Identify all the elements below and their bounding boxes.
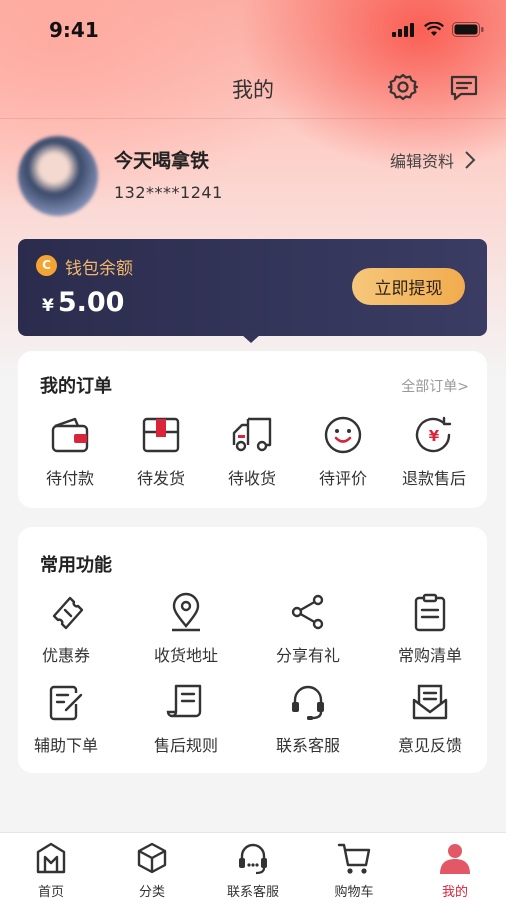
wallet-label: 钱包余额 (65, 259, 133, 279)
orders-title: 我的订单 (40, 376, 112, 397)
function-label: 联系客服 (275, 736, 340, 755)
order-label: 待收货 (227, 469, 276, 488)
settings-gear-icon[interactable] (386, 70, 420, 104)
wifi-icon (424, 22, 444, 36)
function-label: 收货地址 (153, 646, 218, 665)
service-icon (239, 843, 267, 875)
function-label: 分享有礼 (275, 646, 340, 665)
tab-label: 分类 (138, 885, 165, 900)
wallet-card: C 钱包余额 ¥5.00 立即提现 (18, 239, 487, 336)
functions-title: 常用功能 (40, 555, 112, 576)
smile-icon (324, 416, 362, 454)
function-address[interactable]: 收货地址 (140, 592, 232, 666)
package-icon (142, 417, 180, 453)
order-pending-payment[interactable]: 待付款 (24, 415, 116, 489)
chevron-right-icon (465, 151, 476, 169)
status-icons (392, 22, 484, 37)
order-refund[interactable]: ¥ 退款售后 (388, 415, 480, 489)
tab-label: 购物车 (334, 885, 374, 900)
svg-text:¥: ¥ (429, 427, 440, 445)
status-time: 9:41 (49, 18, 99, 42)
bottom-tab-bar: 首页 分类 联系客服 购物车 我的 (0, 832, 506, 900)
user-phone: 132****1241 (114, 183, 223, 202)
order-pending-receipt[interactable]: 待收货 (206, 415, 298, 489)
category-icon (137, 842, 167, 874)
functions-card: 常用功能 优惠券 收货地址 分享有礼 常购清单 辅助下单 售后规则 联系客服 意… (18, 527, 487, 773)
refund-icon: ¥ (415, 416, 452, 453)
battery-icon (452, 22, 484, 37)
user-name: 今天喝拿铁 (114, 150, 210, 172)
wallet-pointer (241, 334, 261, 343)
avatar[interactable] (18, 136, 98, 216)
function-coupon[interactable]: 优惠券 (20, 592, 112, 666)
headset-icon (292, 685, 324, 720)
all-orders-link[interactable]: 全部订单> (401, 376, 469, 396)
tab-home[interactable]: 首页 (1, 841, 101, 900)
document-icon (166, 684, 202, 718)
withdraw-button[interactable]: 立即提现 (352, 268, 465, 305)
function-label: 辅助下单 (33, 736, 98, 755)
coupon-icon (52, 596, 84, 630)
orders-card: 我的订单 全部订单> 待付款 待发货 待收货 待评价 ¥ 退款售后 (18, 351, 487, 508)
coin-icon: C (36, 255, 57, 276)
user-icon (440, 844, 470, 874)
order-label: 退款售后 (401, 469, 466, 488)
signal-icon (392, 22, 414, 37)
order-label: 待发货 (136, 469, 185, 488)
function-label: 优惠券 (41, 646, 90, 665)
tab-label: 我的 (441, 885, 468, 900)
function-label: 售后规则 (153, 736, 218, 755)
edit-profile-label: 编辑资料 (389, 152, 454, 171)
tab-service[interactable]: 联系客服 (203, 841, 303, 900)
function-aftersale-rules[interactable]: 售后规则 (140, 682, 232, 756)
function-label: 常购清单 (397, 646, 462, 665)
location-icon (172, 592, 200, 632)
tab-profile[interactable]: 我的 (405, 841, 505, 900)
function-feedback[interactable]: 意见反馈 (384, 682, 476, 756)
function-label: 意见反馈 (397, 736, 462, 755)
tab-label: 联系客服 (226, 885, 279, 900)
order-pending-shipment[interactable]: 待发货 (115, 415, 207, 489)
share-icon (291, 594, 324, 630)
function-share[interactable]: 分享有礼 (262, 592, 354, 666)
status-bar: 9:41 (0, 0, 506, 60)
tab-label: 首页 (37, 885, 64, 900)
message-icon[interactable] (447, 70, 481, 104)
tab-cart[interactable]: 购物车 (304, 841, 404, 900)
clipboard-icon (414, 593, 446, 632)
truck-icon (232, 417, 272, 452)
function-customer-service[interactable]: 联系客服 (262, 682, 354, 756)
order-label: 待评价 (318, 469, 367, 488)
wallet-icon (51, 417, 89, 453)
mail-icon (412, 684, 448, 720)
cart-icon (337, 843, 371, 874)
wallet-currency: ¥ (42, 296, 54, 316)
header-divider (0, 118, 506, 119)
wallet-balance: ¥5.00 (42, 287, 124, 318)
tab-category[interactable]: 分类 (102, 841, 202, 900)
function-frequent-list[interactable]: 常购清单 (384, 592, 476, 666)
home-icon (36, 842, 66, 874)
edit-profile-link[interactable]: 编辑资料 (390, 148, 476, 172)
order-pending-review[interactable]: 待评价 (297, 415, 389, 489)
order-label: 待付款 (45, 469, 94, 488)
wallet-amount: 5.00 (57, 287, 125, 318)
edit-note-icon (49, 685, 83, 721)
function-assisted-order[interactable]: 辅助下单 (20, 682, 112, 756)
page-title: 我的 (232, 78, 274, 102)
